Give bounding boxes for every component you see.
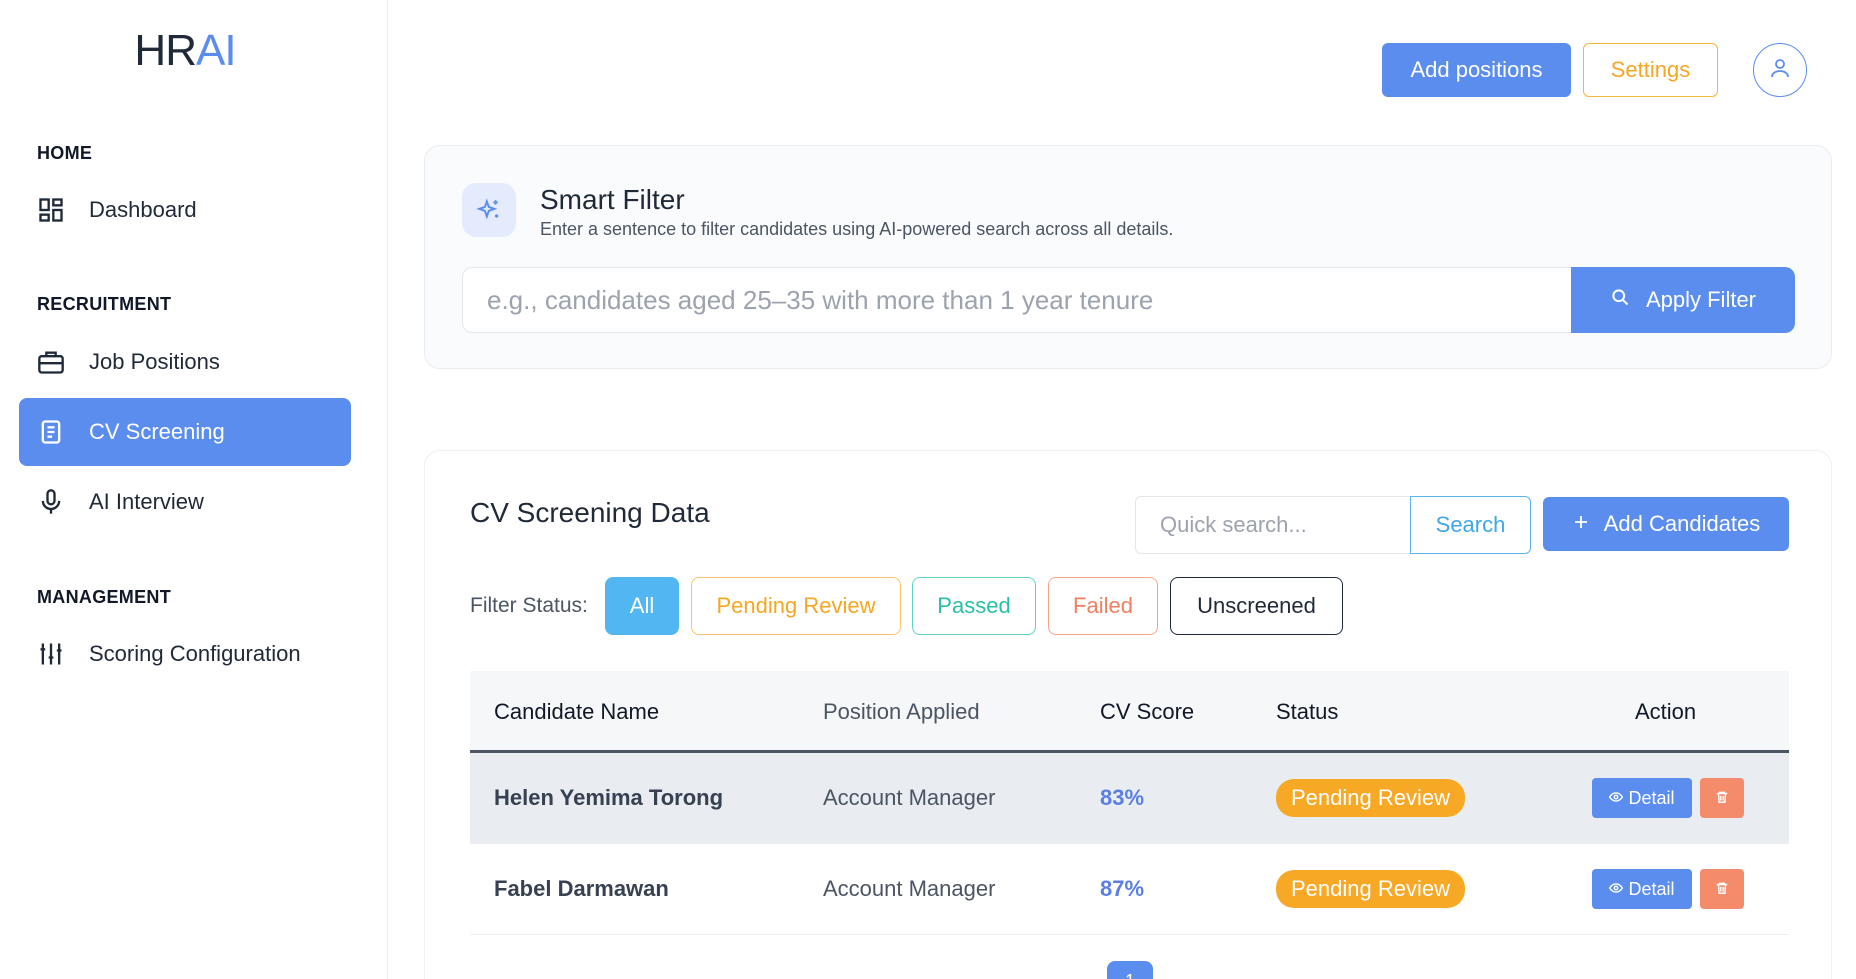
detail-button[interactable]: Detail <box>1592 778 1692 818</box>
sidebar-item-scoring-configuration[interactable]: Scoring Configuration <box>19 620 351 688</box>
candidate-name: Fabel Darmawan <box>494 876 669 901</box>
quick-search-input[interactable] <box>1135 496 1411 554</box>
sidebar-item-ai-interview[interactable]: AI Interview <box>19 468 351 536</box>
search-icon <box>1610 287 1630 313</box>
detail-button[interactable]: Detail <box>1592 869 1692 909</box>
filter-chip-unscreened[interactable]: Unscreened <box>1170 577 1343 635</box>
table-row[interactable]: Helen Yemima Torong Account Manager 83% … <box>470 753 1789 844</box>
candidates-table: Candidate Name Position Applied CV Score… <box>470 671 1789 935</box>
brand-logo[interactable]: HRAI <box>0 26 370 76</box>
settings-button[interactable]: Settings <box>1583 43 1718 97</box>
smart-filter-title: Smart Filter <box>540 184 685 215</box>
sidebar-item-job-positions[interactable]: Job Positions <box>19 328 351 396</box>
section-title-management: MANAGEMENT <box>37 587 171 607</box>
section-title-recruitment: RECRUITMENT <box>37 294 172 314</box>
cv-score: 87% <box>1100 876 1145 901</box>
cv-screening-card: CV Screening Data Search Add Candidates … <box>424 450 1832 979</box>
trash-icon <box>1715 876 1729 902</box>
filter-chip-all[interactable]: All <box>605 577 679 635</box>
trash-icon <box>1715 785 1729 811</box>
sparkle-icon <box>462 183 516 237</box>
status-cell: Pending Review <box>1276 753 1465 843</box>
sidebar: HRAI HOME Dashboard RECRUITMENT Job Posi… <box>0 0 388 979</box>
filter-status-label: Filter Status: <box>470 594 588 617</box>
plus-icon <box>1572 511 1590 537</box>
smart-filter-card: Smart Filter Enter a sentence to filter … <box>424 145 1832 369</box>
add-candidates-label: Add Candidates <box>1603 511 1761 536</box>
user-icon <box>1768 56 1792 85</box>
add-positions-button[interactable]: Add positions <box>1382 43 1571 97</box>
sidebar-item-label: Scoring Configuration <box>89 641 301 666</box>
detail-label: Detail <box>1628 878 1675 899</box>
add-candidates-button[interactable]: Add Candidates <box>1543 497 1789 551</box>
sidebar-item-label: AI Interview <box>89 489 204 514</box>
table-header: Candidate Name Position Applied CV Score… <box>470 671 1789 753</box>
status-badge: Pending Review <box>1276 870 1465 908</box>
sidebar-item-label: CV Screening <box>89 419 225 444</box>
sidebar-item-label: Dashboard <box>89 197 197 222</box>
candidate-name: Helen Yemima Torong <box>494 785 724 810</box>
column-header-candidate-name[interactable]: Candidate Name <box>494 671 659 753</box>
dashboard-icon <box>37 196 65 224</box>
filter-chip-pending-review[interactable]: Pending Review <box>691 577 901 635</box>
filter-chip-passed[interactable]: Passed <box>912 577 1036 635</box>
briefcase-icon <box>37 348 65 376</box>
apply-filter-button[interactable]: Apply Filter <box>1571 267 1795 333</box>
sliders-icon <box>37 640 65 668</box>
status-cell: Pending Review <box>1276 844 1465 934</box>
cv-screening-title: CV Screening Data <box>470 497 710 528</box>
pagination-page-button[interactable]: 1 <box>1107 961 1153 979</box>
detail-label: Detail <box>1628 787 1675 808</box>
search-button[interactable]: Search <box>1410 496 1531 554</box>
action-cell: Detail <box>1592 844 1744 934</box>
apply-filter-label: Apply Filter <box>1645 287 1757 312</box>
cv-score: 83% <box>1100 785 1145 810</box>
smart-filter-subtitle: Enter a sentence to filter candidates us… <box>540 219 1174 239</box>
sidebar-item-dashboard[interactable]: Dashboard <box>19 176 351 244</box>
brand-suffix: AI <box>195 26 237 75</box>
microphone-icon <box>37 488 65 516</box>
eye-icon <box>1609 788 1624 809</box>
eye-icon <box>1609 879 1624 900</box>
delete-button[interactable] <box>1700 869 1744 909</box>
smart-filter-input[interactable] <box>462 267 1572 333</box>
status-badge: Pending Review <box>1276 779 1465 817</box>
table-row[interactable]: Fabel Darmawan Account Manager 87% Pendi… <box>470 844 1789 935</box>
brand-prefix: HR <box>134 26 197 75</box>
document-icon <box>37 418 65 446</box>
column-header-action: Action <box>1635 699 1697 724</box>
filter-chip-failed[interactable]: Failed <box>1048 577 1158 635</box>
column-header-cv-score[interactable]: CV Score <box>1100 671 1194 753</box>
column-header-status[interactable]: Status <box>1276 671 1338 753</box>
position-applied: Account Manager <box>823 785 996 810</box>
action-cell: Detail <box>1592 753 1744 843</box>
delete-button[interactable] <box>1700 778 1744 818</box>
section-title-home: HOME <box>37 143 93 163</box>
user-avatar-button[interactable] <box>1753 43 1807 97</box>
sidebar-item-label: Job Positions <box>89 349 220 374</box>
position-applied: Account Manager <box>823 876 996 901</box>
sidebar-item-cv-screening[interactable]: CV Screening <box>19 398 351 466</box>
column-header-position-applied[interactable]: Position Applied <box>823 671 980 753</box>
